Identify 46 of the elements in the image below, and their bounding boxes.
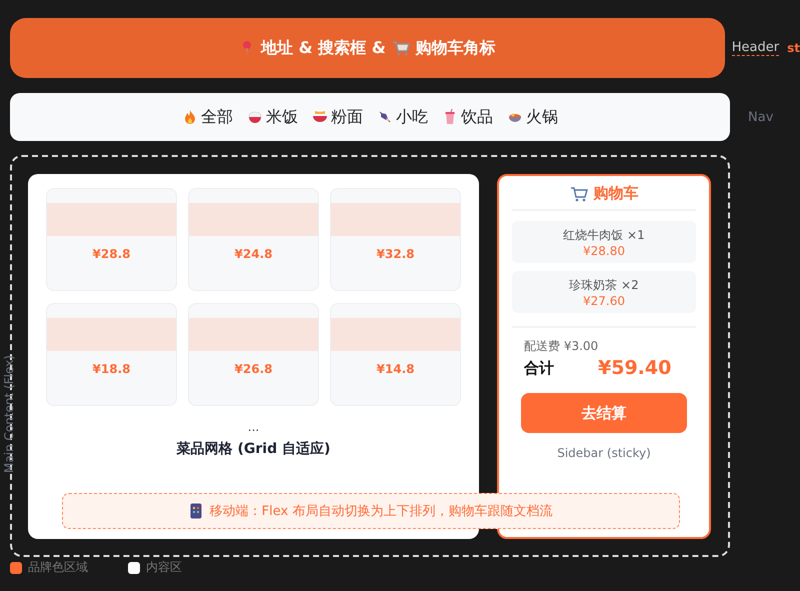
cut-label: st: [787, 41, 800, 55]
legend-label: 内容区: [146, 559, 182, 576]
noodle-bowl-icon: [312, 109, 328, 125]
item-name: 红烧牛肉饭 ×1: [563, 226, 645, 244]
dish-price: ¥18.8: [92, 362, 130, 376]
category-tab[interactable]: 米饭: [247, 106, 298, 128]
item-price: ¥27.60: [583, 294, 625, 308]
category-tab[interactable]: 火锅: [507, 106, 558, 128]
dish-card[interactable]: ¥24.8: [188, 188, 319, 291]
main-content-label: Main Content (Flex): [2, 355, 16, 473]
total-label: 合计: [524, 358, 554, 378]
dish-card[interactable]: ¥18.8: [46, 303, 177, 406]
flame-icon: [182, 109, 198, 125]
category-tab[interactable]: 饮品: [442, 106, 493, 128]
header-title: 购物车角标: [416, 38, 496, 58]
dish-price: ¥14.8: [376, 362, 414, 376]
rice-bowl-icon: [247, 109, 263, 125]
dish-card[interactable]: ¥28.8: [46, 188, 177, 291]
dish-card[interactable]: ¥32.8: [330, 188, 461, 291]
total-amount: ¥59.40: [598, 357, 672, 379]
header-label: Header: [732, 40, 780, 56]
item-price: ¥28.80: [583, 244, 625, 258]
grid-caption: 菜品网格 (Grid 自适应): [176, 440, 330, 458]
dish-price: ¥28.8: [92, 247, 130, 261]
category-tab[interactable]: 全部: [182, 106, 233, 128]
dish-card[interactable]: ¥26.8: [188, 303, 319, 406]
checkout-button[interactable]: 去结算: [521, 393, 687, 433]
legend-label: 品牌色区域: [28, 559, 88, 576]
skewer-icon: [377, 109, 393, 125]
dish-price: ¥26.8: [234, 362, 272, 376]
cart-icon: [570, 186, 588, 202]
nav-label: Nav: [748, 110, 774, 124]
sidebar-caption: Sidebar (sticky): [557, 446, 651, 460]
phone-icon: [190, 503, 202, 519]
delivery-fee: 配送费 ¥3.00: [524, 338, 600, 355]
category-tab[interactable]: 小吃: [377, 106, 428, 128]
mobile-note-text: 移动端：Flex 布局自动切换为上下排列，购物车跟随文档流: [210, 503, 552, 520]
dish-card[interactable]: ¥14.8: [330, 303, 461, 406]
dish-price: ¥32.8: [376, 247, 414, 261]
ellipsis: ...: [248, 420, 260, 434]
header-title: 地址 & 搜索框 &: [261, 38, 386, 58]
cart-title: 购物车: [594, 184, 638, 203]
cart-icon: [392, 40, 410, 56]
category-tab[interactable]: 粉面: [312, 106, 363, 128]
dish-price: ¥24.8: [234, 247, 272, 261]
item-name: 珍珠奶茶 ×2: [569, 276, 639, 294]
